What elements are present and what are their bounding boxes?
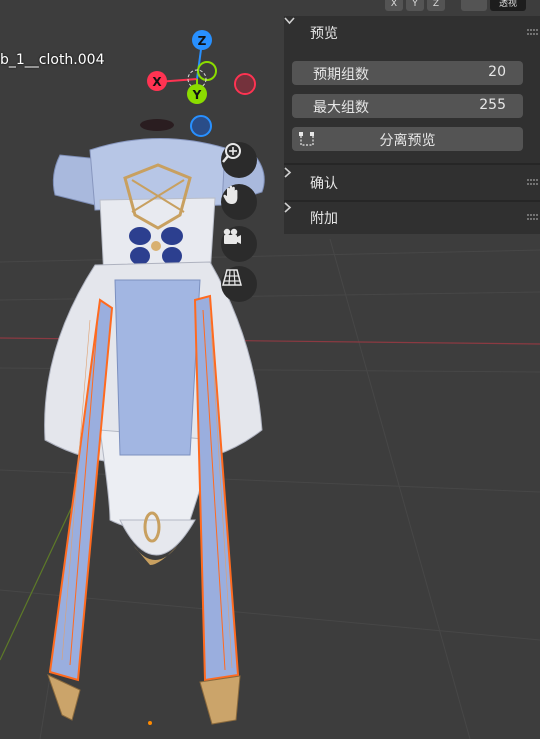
zoom-button[interactable]: [221, 142, 257, 178]
separate-preview-button[interactable]: 分离预览: [292, 127, 523, 151]
gizmo-z-label: Z: [198, 34, 207, 48]
model-collar: [140, 119, 174, 131]
max-groups-field[interactable]: 最大组数 255: [292, 94, 523, 118]
sidebar-panel: 预览 预期组数 20 最大组数 255 分离预览 确认 附加: [284, 16, 540, 234]
zoom-icon: [222, 143, 241, 163]
section-append-title: 附加: [310, 211, 338, 227]
view-mode-button[interactable]: 透视: [490, 0, 526, 11]
mirror-icon[interactable]: [360, 0, 382, 11]
mirror-y-toggle[interactable]: Y: [406, 0, 424, 11]
expected-groups-label: 预期组数: [313, 67, 369, 83]
section-confirm-header[interactable]: 确认: [284, 167, 540, 199]
camera-icon: [223, 228, 241, 244]
separate-preview-label: 分离预览: [379, 133, 436, 149]
mirror-z-toggle[interactable]: Z: [427, 0, 445, 11]
gizmo-x-label: X: [152, 75, 162, 89]
section-append-header[interactable]: 附加: [284, 202, 540, 234]
max-groups-label: 最大组数: [313, 100, 369, 116]
expected-groups-field[interactable]: 预期组数 20: [292, 61, 523, 85]
3d-viewport[interactable]: Z X Y b_1__cloth.004 X Y Z 透视 预览 预期组数 20…: [0, 0, 540, 739]
mirror-x-toggle[interactable]: X: [385, 0, 403, 11]
viewport-header: X Y Z 透视: [360, 0, 526, 12]
active-object-name: b_1__cloth.004: [0, 52, 105, 68]
expected-groups-value: 20: [488, 64, 506, 80]
perspective-grid-icon: [222, 269, 242, 286]
section-confirm-title: 确认: [310, 176, 338, 192]
pan-button[interactable]: [221, 184, 257, 220]
divider: [284, 163, 540, 165]
max-groups-value: 255: [479, 97, 506, 113]
camera-view-button[interactable]: [221, 226, 257, 262]
gizmo-y-label: Y: [192, 88, 202, 102]
snap-toggle-icon[interactable]: [461, 0, 487, 11]
hand-pan-icon: [223, 185, 238, 204]
perspective-toggle-button[interactable]: [221, 266, 257, 302]
section-preview-header[interactable]: 预览: [284, 17, 540, 49]
section-preview-title: 预览: [310, 26, 338, 42]
